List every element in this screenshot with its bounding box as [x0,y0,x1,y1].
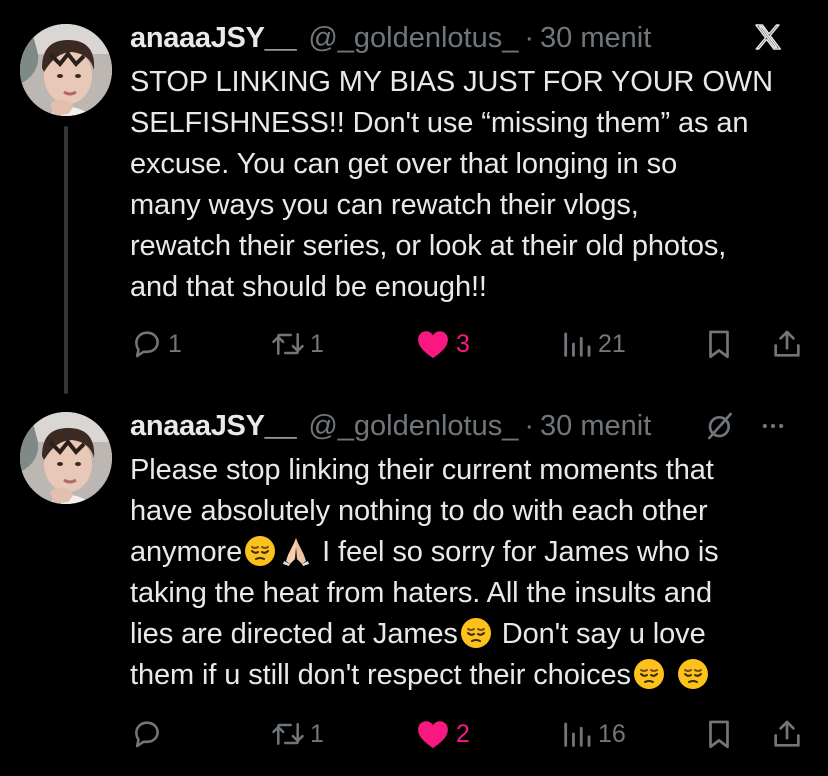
author-name[interactable]: anaaaJSY__ [130,22,297,55]
tweet-text-line: STOP LINKING MY BIAS JUST FOR YOUR OWN [130,66,773,98]
timestamp[interactable]: 30 menit [540,410,651,443]
views-button[interactable]: 16 [560,714,626,754]
avatar-photo [20,412,112,504]
views-count: 16 [598,719,626,748]
reply-bubble-icon [135,721,159,748]
repost-count: 1 [310,329,324,358]
pensive-face-emoji [677,659,708,689]
tweet-header: anaaaJSY__ @_goldenlotus_ · 30 menit [130,408,808,444]
avatar-photo [20,24,112,116]
pensive-face-emoji [460,618,491,648]
x-logo-icon [755,24,781,50]
like-count: 2 [456,719,470,748]
text-fragment: Don't say u love [493,618,706,650]
separator-dot: · [524,21,535,54]
share-button[interactable] [770,714,804,754]
tweet-text-line: SELFISHNESS!! Don't use “missing them” a… [130,107,749,139]
tweet-text-line: Please stop linking their current moment… [130,454,714,486]
pensive-face-emoji [633,659,664,689]
folded-hands-emoji [283,538,310,566]
tweet-text: STOP LINKING MY BIAS JUST FOR YOUR OWN S… [130,62,810,308]
repost-icon [272,333,304,355]
tweet-text-line: many ways you can rewatch their vlogs, [130,189,639,221]
share-upload-icon [774,720,800,747]
text-fragment: lies are directed at James [130,618,458,650]
reply-button[interactable] [130,714,168,754]
share-button[interactable] [770,324,804,364]
tweet-text-line: lies are directed at James Don't say u l… [130,614,810,655]
text-fragment: anymore [130,536,243,568]
like-button[interactable]: 3 [416,324,470,364]
tweet-text-line: anymore I feel so sorry for James who is [130,532,810,573]
heart-filled-icon [418,331,448,359]
author-name[interactable]: anaaaJSY__ [130,410,297,443]
repost-button[interactable]: 1 [270,714,324,754]
action-bar: 1 2 16 [130,714,810,754]
tweet-text-line: taking the heat from haters. All the ins… [130,577,712,609]
reply-button[interactable]: 1 [130,324,182,364]
action-bar: 1 1 3 21 [130,324,810,364]
tweet-1[interactable]: anaaaJSY__ @_goldenlotus_ · 30 menit STO… [0,0,828,394]
repost-icon [272,723,304,745]
like-button[interactable]: 2 [416,714,470,754]
views-button[interactable]: 21 [560,324,626,364]
heart-filled-icon [418,721,448,749]
share-upload-icon [774,330,800,357]
avatar[interactable] [20,412,112,504]
tweet-text-line: rewatch their series, or look at their o… [130,230,727,262]
author-handle[interactable]: @_goldenlotus_ [308,22,518,55]
timestamp[interactable]: 30 menit [540,22,651,55]
bookmark-icon [709,720,729,749]
bookmark-icon [709,330,729,359]
views-bar-chart-icon [564,722,591,747]
tweet-text-line: them if u still don't respect their choi… [130,655,810,696]
reply-count: 1 [168,329,182,358]
tweet-text-line: have absolutely nothing to do with each … [130,495,708,527]
repost-count: 1 [310,719,324,748]
bookmark-button[interactable] [702,324,736,364]
views-bar-chart-icon [564,332,591,357]
thread-connector-line [64,126,68,394]
tweet-text: Please stop linking their current moment… [130,450,810,696]
more-dots-icon[interactable] [758,412,788,440]
tweet-text-line: and that should be enough!! [130,271,487,303]
bookmark-button[interactable] [702,714,736,754]
reply-bubble-icon [135,331,159,358]
views-count: 21 [598,329,626,358]
like-count: 3 [456,329,470,358]
author-handle[interactable]: @_goldenlotus_ [308,410,518,443]
text-fragment: I feel so sorry for James who is [314,536,719,568]
text-fragment: them if u still don't respect their choi… [130,659,631,691]
pensive-face-emoji [245,536,276,566]
tweet-text-line: excuse. You can get over that longing in… [130,148,678,180]
tweet-header: anaaaJSY__ @_goldenlotus_ · 30 menit [130,20,808,56]
tweet-2[interactable]: anaaaJSY__ @_goldenlotus_ · 30 menit Ple… [0,400,828,776]
repost-button[interactable]: 1 [270,324,324,364]
separator-dot: · [524,409,535,442]
grok-slash-icon[interactable] [704,410,736,442]
avatar[interactable] [20,24,112,116]
